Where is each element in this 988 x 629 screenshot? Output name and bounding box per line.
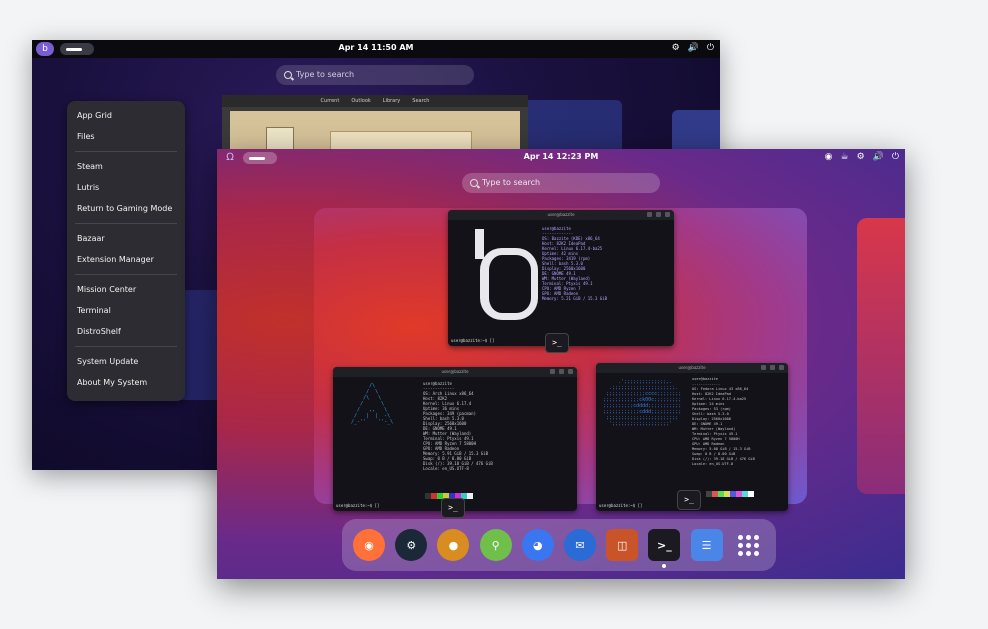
search-placeholder: Type to search: [296, 70, 355, 79]
terminal-icon[interactable]: >_: [648, 529, 681, 568]
app-window-preview[interactable]: Current Outlook Library Search: [222, 95, 528, 155]
running-indicator: [662, 564, 667, 568]
power-icon[interactable]: ⏻: [707, 43, 714, 53]
terminal-icon: >_: [545, 333, 569, 353]
dock: ◉ ⚙ ● ⚲ ◕ ✉ ◫ >_ ☰: [342, 519, 776, 571]
steam-icon[interactable]: ⚙: [395, 529, 428, 561]
terminal-output: user@bazzite ------------- OS: Arch Linu…: [423, 381, 493, 471]
close-icon[interactable]: [779, 365, 784, 370]
bazaar-icon[interactable]: ◫: [606, 529, 639, 561]
volume-icon[interactable]: 🔊: [873, 152, 884, 162]
terminal-window-top[interactable]: user@bazzite user@bazzite ------------- …: [448, 210, 674, 346]
next-workspace[interactable]: [857, 218, 905, 494]
menu-item-files[interactable]: Files: [67, 126, 185, 147]
terminal-titlebar: user@bazzite: [333, 367, 577, 377]
search-input[interactable]: Type to search: [276, 65, 474, 85]
search-input[interactable]: Type to search: [462, 173, 660, 193]
search-placeholder: Type to search: [482, 178, 541, 187]
fedora-logo-art: .';;;;;;;;;;;;;;,. .;;;;;;;;;;;;;;;;;;;;…: [603, 379, 682, 427]
system-tray[interactable]: ◉ ☕ ⚙ 🔊 ⏻: [825, 152, 899, 162]
menu-item-steam[interactable]: Steam: [67, 156, 185, 177]
window-tab[interactable]: Outlook: [351, 95, 370, 107]
power-icon[interactable]: ⏻: [892, 152, 899, 162]
front-desktop: Ω Apr 14 12:23 PM ◉ ☕ ⚙ 🔊 ⏻ Type to sear…: [217, 149, 905, 579]
menu-item-return-to-gaming-mode[interactable]: Return to Gaming Mode: [67, 198, 185, 219]
bazzite-logo-art: [475, 229, 538, 320]
menu-item-extension-manager[interactable]: Extension Manager: [67, 249, 185, 270]
terminal-output: user@bazzite ------------- OS: Fedora Li…: [692, 377, 755, 466]
terminal-output: user@bazzite ------------- OS: Bazzite (…: [542, 226, 608, 301]
game-tile: [266, 127, 294, 151]
steam-tray-icon[interactable]: ◉: [825, 152, 833, 162]
apps-menu: App Grid Files Steam Lutris Return to Gaming…: [67, 101, 185, 401]
terminal-titlebar: user@bazzite: [596, 363, 788, 373]
menu-separator: [75, 346, 177, 347]
close-icon[interactable]: [568, 369, 573, 374]
terminal-prompt: user@bazzite:~$ []: [599, 503, 643, 508]
arch-logo-art: /\ / \ /\ \ / \ / ,, \ / | | -\ /_-'' ''…: [351, 383, 394, 425]
menu-item-app-grid[interactable]: App Grid: [67, 105, 185, 126]
network-icon[interactable]: ⚙: [857, 152, 865, 162]
window-titlebar: Current Outlook Library Search: [222, 95, 528, 107]
terminal-icon: >_: [441, 498, 465, 518]
search-icon: [470, 179, 478, 187]
terminal-icon: >_: [677, 490, 701, 510]
text-editor-icon[interactable]: ☰: [690, 529, 723, 561]
close-icon[interactable]: [665, 212, 670, 217]
maximize-icon[interactable]: [770, 365, 775, 370]
terminal-window-right[interactable]: user@bazzite .';;;;;;;;;;;;;;,. .;;;;;;;…: [596, 363, 788, 511]
thunderbird-icon[interactable]: ✉: [564, 529, 597, 561]
terminal-titlebar: user@bazzite: [448, 210, 674, 220]
terminal-prompt: user@bazzite:~$ []: [451, 338, 495, 343]
minimize-icon[interactable]: [647, 212, 652, 217]
top-bar: b Apr 14 11:50 AM ⚙ 🔊 ⏻: [32, 40, 720, 58]
minimize-icon[interactable]: [761, 365, 766, 370]
network-icon[interactable]: ⚙: [672, 43, 680, 53]
window-tab[interactable]: Search: [412, 95, 429, 107]
terminal-window-left[interactable]: user@bazzite /\ / \ /\ \ / \ / ,, \ / | …: [333, 367, 577, 511]
window-tab[interactable]: Library: [383, 95, 400, 107]
terminal-title: user@bazzite: [678, 365, 706, 370]
window-tab[interactable]: Current: [321, 95, 340, 107]
menu-separator: [75, 274, 177, 275]
coffee-icon[interactable]: ☕: [841, 152, 849, 162]
menu-separator: [75, 151, 177, 152]
maximize-icon[interactable]: [559, 369, 564, 374]
keepassxc-icon[interactable]: ⚲: [479, 529, 512, 561]
firefox-icon[interactable]: ◉: [353, 529, 386, 561]
search-icon: [284, 71, 292, 79]
menu-item-terminal[interactable]: Terminal: [67, 300, 185, 321]
clock[interactable]: Apr 14 11:50 AM: [32, 43, 720, 52]
menu-item-about-my-system[interactable]: About My System: [67, 372, 185, 393]
signal-icon[interactable]: ◕: [521, 529, 554, 561]
terminal-title: user@bazzite: [547, 212, 575, 217]
volume-icon[interactable]: 🔊: [688, 43, 699, 53]
menu-item-distroshelf[interactable]: DistroShelf: [67, 321, 185, 342]
menu-item-bazaar[interactable]: Bazaar: [67, 228, 185, 249]
color-swatches: [706, 491, 754, 497]
menu-separator: [75, 223, 177, 224]
system-tray[interactable]: ⚙ 🔊 ⏻: [672, 43, 714, 53]
clock[interactable]: Apr 14 12:23 PM: [217, 152, 905, 161]
maximize-icon[interactable]: [656, 212, 661, 217]
show-apps-icon[interactable]: [733, 529, 765, 561]
minimize-icon[interactable]: [550, 369, 555, 374]
terminal-prompt: user@bazzite:~$ []: [336, 503, 380, 508]
terminal-title: user@bazzite: [441, 369, 469, 374]
menu-item-system-update[interactable]: System Update: [67, 351, 185, 372]
menu-item-mission-center[interactable]: Mission Center: [67, 279, 185, 300]
top-bar: Ω Apr 14 12:23 PM ◉ ☕ ⚙ 🔊 ⏻: [217, 149, 905, 167]
menu-item-lutris[interactable]: Lutris: [67, 177, 185, 198]
lutris-icon[interactable]: ●: [437, 529, 470, 561]
